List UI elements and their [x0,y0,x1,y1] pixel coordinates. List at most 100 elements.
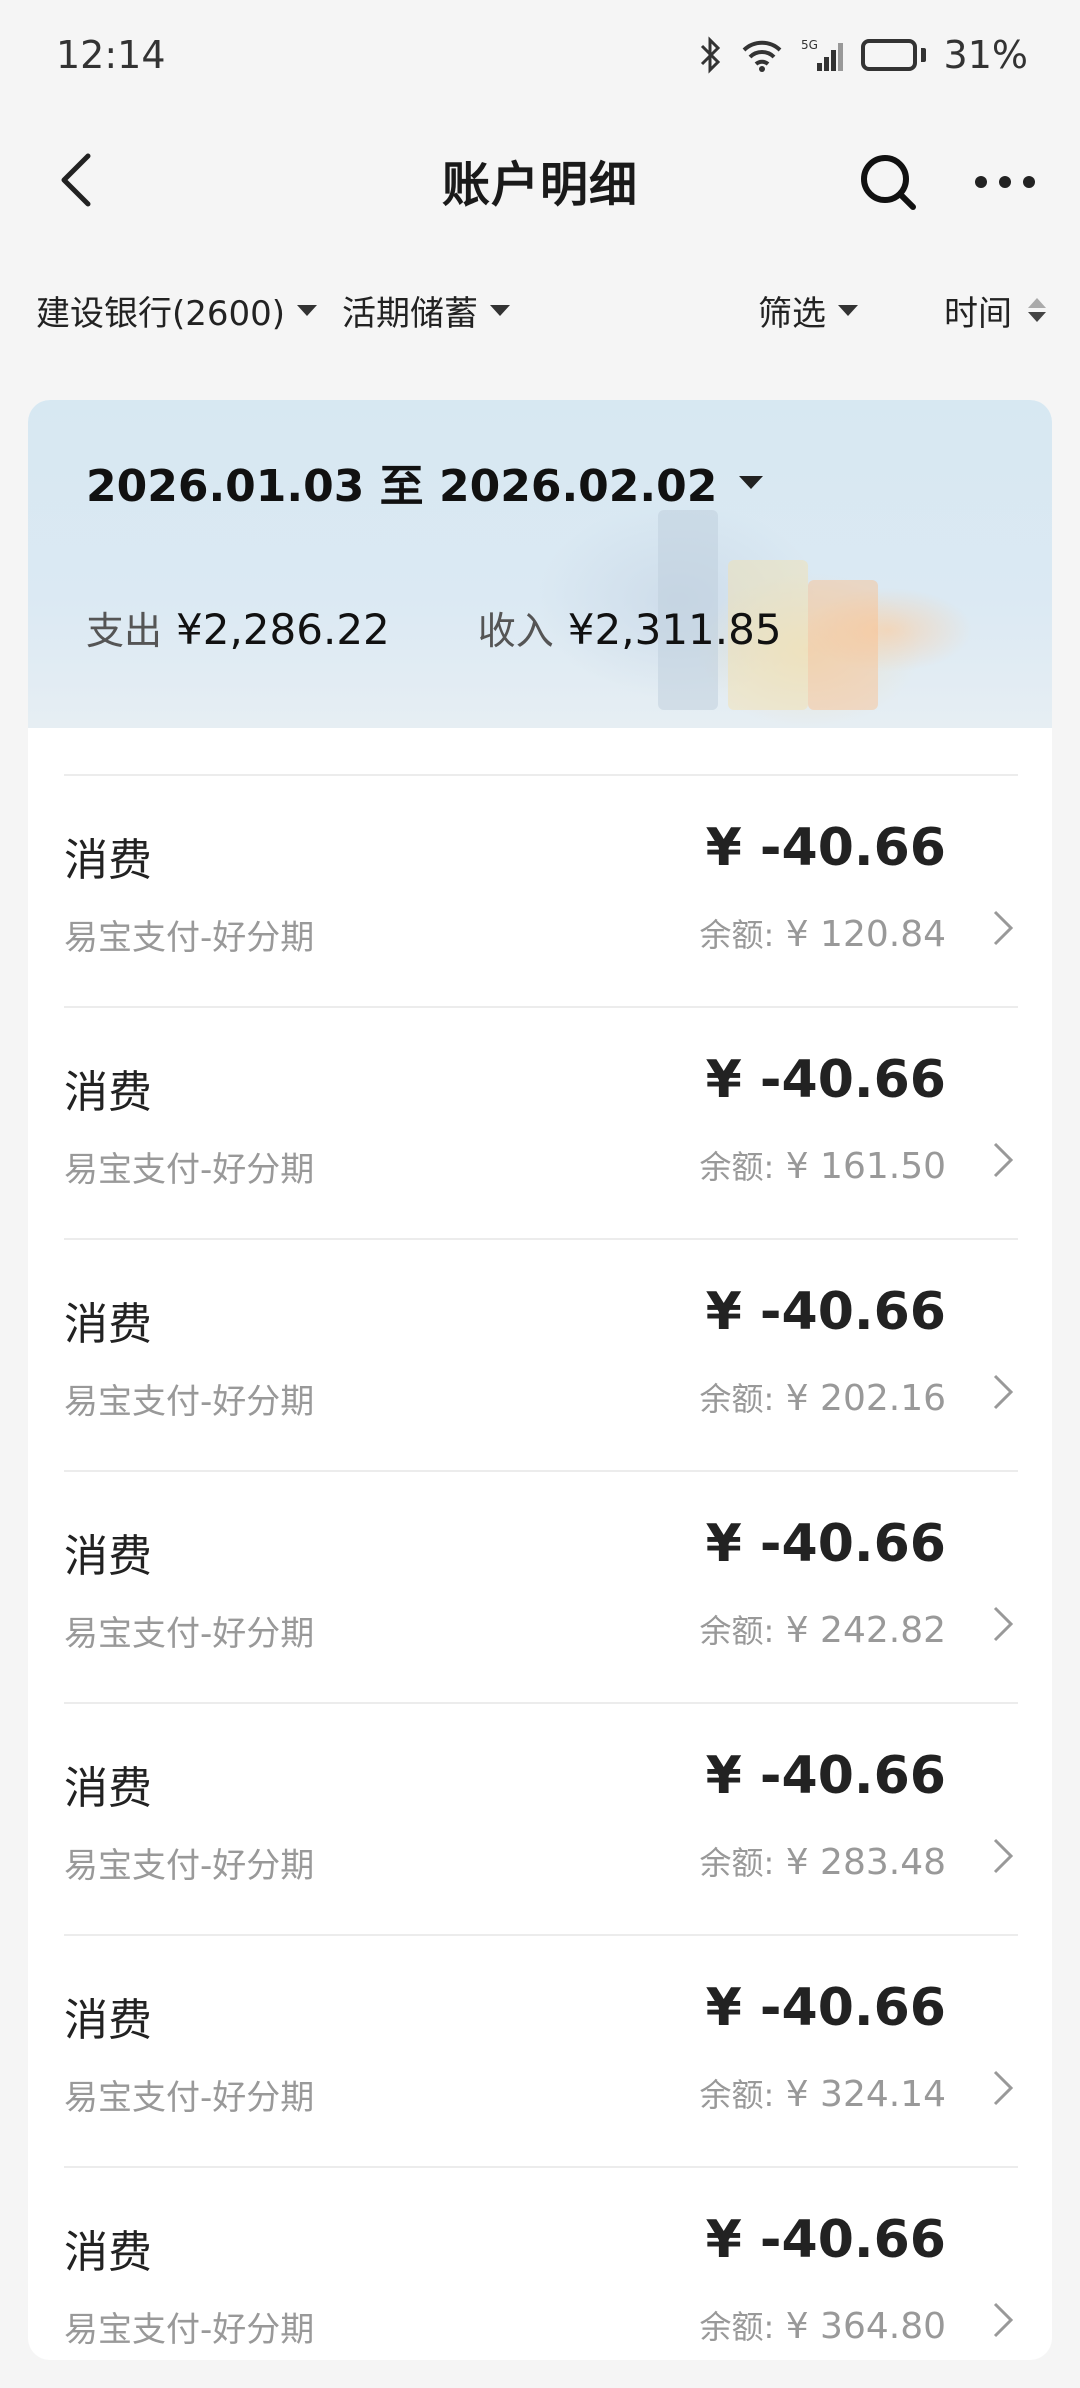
transaction-merchant: 易宝支付-好分期 [64,2078,315,2118]
filter-label: 筛选 [758,293,826,334]
transaction-merchant: 易宝支付-好分期 [64,1382,315,1422]
battery-percent: 31% [943,33,1028,77]
transaction-list: 消费 易宝支付-好分期 ¥ -40.66 余额: ¥ 120.84 消费 易宝支… [64,774,1018,2360]
caret-down-icon [739,475,764,489]
transaction-amount: ¥ -40.66 [705,1514,946,1574]
chevron-right-icon [988,1138,1018,1182]
search-icon [861,155,916,210]
chevron-right-icon [988,2066,1018,2110]
sort-selector[interactable]: 时间 [944,280,1046,340]
summary-banner: 2026.01.03 至 2026.02.02 支出 ¥2,286.22 收入 … [28,400,1052,728]
sort-label: 时间 [944,293,1012,334]
caret-down-icon [490,304,510,316]
transaction-balance: 余额: ¥ 242.82 [699,1606,946,1652]
network-type-label: 5G [801,38,818,52]
transaction-type: 消费 [64,1531,152,1582]
transaction-type: 消费 [64,1763,152,1814]
transaction-row[interactable]: 消费 易宝支付-好分期 ¥ -40.66 余额: ¥ 202.16 [64,1238,1018,1470]
balance-value: ¥ 242.82 [785,1610,946,1651]
transaction-merchant: 易宝支付-好分期 [64,1846,315,1886]
chevron-right-icon [988,2298,1018,2342]
balance-value: ¥ 161.50 [785,1146,946,1187]
transaction-type: 消费 [64,1995,152,2046]
summary-stats: 支出 ¥2,286.22 收入 ¥2,311.85 [86,600,782,655]
transaction-type: 消费 [64,1067,152,1118]
chevron-right-icon [988,1602,1018,1646]
status-bar: 12:14 5G 31% [0,0,1080,110]
transaction-amount: ¥ -40.66 [705,1050,946,1110]
balance-label: 余额: [699,1148,775,1186]
expense-value: ¥2,286.22 [176,605,390,654]
transaction-balance: 余额: ¥ 324.14 [699,2070,946,2116]
bluetooth-icon [699,36,723,74]
transaction-merchant: 易宝支付-好分期 [64,2310,315,2350]
balance-label: 余额: [699,1844,775,1882]
sort-icon [1028,298,1046,322]
transaction-amount: ¥ -40.66 [705,1746,946,1806]
transaction-balance: 余额: ¥ 120.84 [699,910,946,956]
transaction-row[interactable]: 消费 易宝支付-好分期 ¥ -40.66 余额: ¥ 324.14 [64,1934,1018,2166]
transaction-merchant: 易宝支付-好分期 [64,918,315,958]
more-button[interactable] [970,150,1040,214]
transaction-amount: ¥ -40.66 [705,1978,946,2038]
expense-stat: 支出 ¥2,286.22 [86,600,390,655]
date-range-label: 2026.01.03 至 2026.02.02 [86,461,718,512]
transaction-merchant: 易宝支付-好分期 [64,1150,315,1190]
battery-icon [860,39,926,71]
transaction-row[interactable]: 消费 易宝支付-好分期 ¥ -40.66 余额: ¥ 120.84 [64,774,1018,1006]
transaction-balance: 余额: ¥ 364.80 [699,2302,946,2348]
status-time: 12:14 [56,33,166,77]
cellular-signal-icon: 5G [801,37,843,73]
transaction-merchant: 易宝支付-好分期 [64,1614,315,1654]
transaction-balance: 余额: ¥ 202.16 [699,1374,946,1420]
date-range-selector[interactable]: 2026.01.03 至 2026.02.02 [86,450,764,514]
chevron-right-icon [988,1370,1018,1414]
expense-label: 支出 [86,609,163,653]
balance-label: 余额: [699,2076,775,2114]
transaction-amount: ¥ -40.66 [705,2210,946,2270]
balance-label: 余额: [699,916,775,954]
income-label: 收入 [477,609,554,653]
balance-label: 余额: [699,2308,775,2346]
account-selector-label: 建设银行(2600) [36,293,286,334]
filter-bar: 建设银行(2600) 活期储蓄 筛选 时间 [0,280,1080,340]
app-header: 账户明细 [0,130,1080,230]
transaction-amount: ¥ -40.66 [705,1282,946,1342]
chevron-left-icon [61,153,91,207]
balance-value: ¥ 202.16 [785,1378,946,1419]
back-button[interactable] [46,150,106,210]
balance-value: ¥ 283.48 [785,1842,946,1883]
account-selector[interactable]: 建设银行(2600) [36,280,318,340]
search-button[interactable] [856,150,920,214]
balance-value: ¥ 120.84 [785,914,946,955]
chevron-right-icon [988,906,1018,950]
transaction-row[interactable]: 消费 易宝支付-好分期 ¥ -40.66 余额: ¥ 283.48 [64,1702,1018,1934]
account-type-selector[interactable]: 活期储蓄 [342,280,510,340]
transaction-row[interactable]: 消费 易宝支付-好分期 ¥ -40.66 余额: ¥ 161.50 [64,1006,1018,1238]
income-stat: 收入 ¥2,311.85 [478,600,782,655]
transaction-balance: 余额: ¥ 283.48 [699,1838,946,1884]
transactions-card: 2026.01.03 至 2026.02.02 支出 ¥2,286.22 收入 … [28,400,1052,2360]
balance-value: ¥ 364.80 [785,2306,946,2347]
status-icons: 5G 31% [699,33,1028,77]
caret-down-icon [838,304,858,316]
transaction-balance: 余额: ¥ 161.50 [699,1142,946,1188]
transaction-type: 消费 [64,835,152,886]
transaction-row[interactable]: 消费 易宝支付-好分期 ¥ -40.66 余额: ¥ 364.80 [64,2166,1018,2360]
banner-decoration [808,580,878,710]
transaction-row[interactable]: 消费 易宝支付-好分期 ¥ -40.66 余额: ¥ 242.82 [64,1470,1018,1702]
account-type-label: 活期储蓄 [342,293,478,334]
chevron-right-icon [988,1834,1018,1878]
transaction-amount: ¥ -40.66 [705,818,946,878]
filter-selector[interactable]: 筛选 [758,280,858,340]
more-dots-icon [975,176,1035,188]
balance-label: 余额: [699,1612,775,1650]
page-title: 账户明细 [441,157,638,213]
wifi-icon [741,38,783,72]
transaction-type: 消费 [64,1299,152,1350]
caret-down-icon [297,304,318,316]
balance-label: 余额: [699,1380,775,1418]
income-value: ¥2,311.85 [567,605,782,654]
transaction-type: 消费 [64,2227,152,2278]
balance-value: ¥ 324.14 [785,2074,946,2115]
